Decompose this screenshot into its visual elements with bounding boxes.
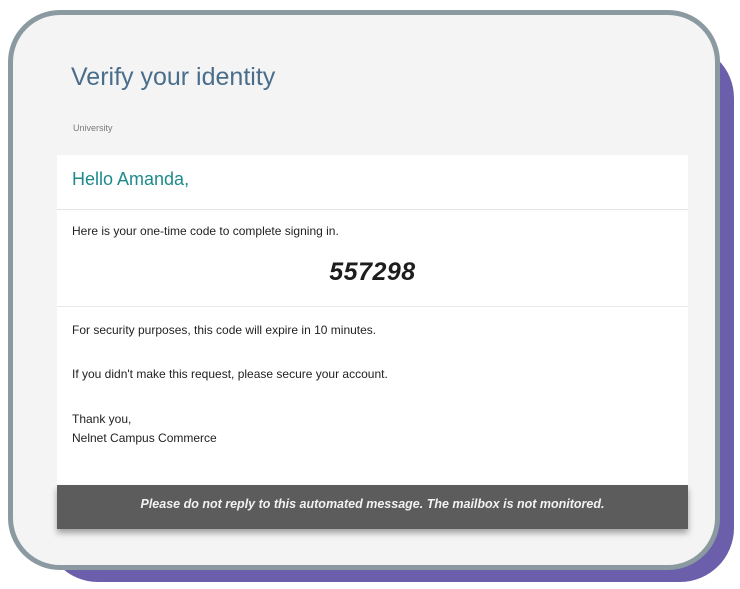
page-title: Verify your identity xyxy=(71,63,276,91)
request-notice: If you didn't make this request, please … xyxy=(72,367,388,381)
sender-name: Nelnet Campus Commerce xyxy=(72,431,217,445)
email-frame: Verify your identity University Hello Am… xyxy=(8,10,720,570)
code-section: Here is your one-time code to complete s… xyxy=(57,210,688,307)
screenshot-stage: Verify your identity University Hello Am… xyxy=(0,0,740,589)
footer-notice: Please do not reply to this automated me… xyxy=(140,497,605,511)
signoff: Thank you, xyxy=(72,412,132,426)
one-time-code[interactable]: 557298 xyxy=(57,258,688,287)
expiry-notice: For security purposes, this code will ex… xyxy=(72,323,377,337)
greeting-row: Hello Amanda, xyxy=(57,155,688,210)
email-body: Hello Amanda, Here is your one-time code… xyxy=(57,155,688,485)
footer-bar: Please do not reply to this automated me… xyxy=(57,485,688,529)
greeting: Hello Amanda, xyxy=(72,169,190,189)
intro-text: Here is your one-time code to complete s… xyxy=(72,224,339,238)
sender-subtitle: University xyxy=(73,123,113,133)
